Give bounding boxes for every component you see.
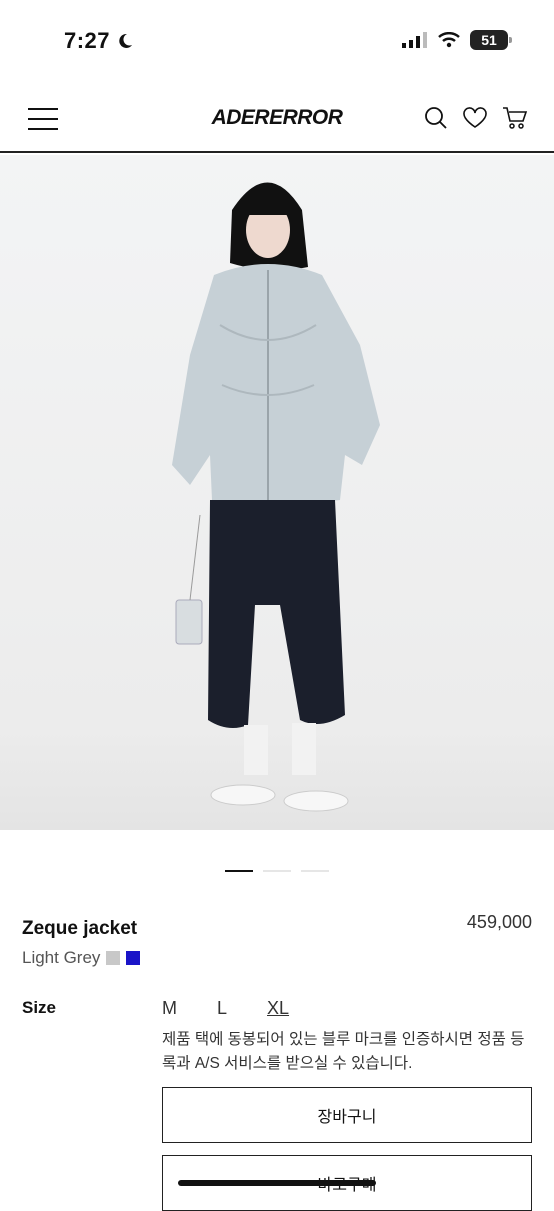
- status-icons: 51: [402, 30, 512, 50]
- signal-icon: [402, 32, 427, 48]
- home-indicator[interactable]: [178, 1180, 376, 1186]
- cart-icon[interactable]: [502, 106, 528, 130]
- status-bar: 7:27 51: [0, 0, 554, 80]
- product-name: Zeque jacket: [22, 918, 138, 939]
- color-swatch-light-grey[interactable]: [106, 951, 121, 965]
- clock: 7:27: [64, 28, 134, 54]
- carousel-dot[interactable]: [301, 870, 329, 872]
- time-text: 7:27: [64, 28, 111, 53]
- size-option-xl[interactable]: XL: [267, 998, 289, 1019]
- product-price: 459,000: [466, 912, 532, 932]
- battery-indicator: 51: [470, 30, 512, 50]
- carousel-indicators: [0, 870, 554, 872]
- carousel-dot[interactable]: [263, 870, 291, 872]
- color-swatch-blue[interactable]: [126, 951, 141, 965]
- cart-button-label: 장바구니: [317, 1109, 377, 1126]
- add-to-cart-button[interactable]: 장바구니: [162, 1087, 532, 1143]
- battery-level: 51: [481, 32, 497, 48]
- carousel-dot[interactable]: [225, 870, 253, 872]
- size-option-l[interactable]: L: [217, 998, 227, 1019]
- size-option-m[interactable]: M: [162, 998, 177, 1019]
- model-figure: [172, 182, 380, 812]
- wifi-icon: [438, 32, 460, 48]
- size-options: M L XL: [162, 998, 289, 1019]
- search-icon[interactable]: [424, 106, 448, 130]
- color-selector: Light Grey: [22, 948, 141, 968]
- size-label: Size: [22, 998, 57, 1017]
- product-image[interactable]: [0, 155, 554, 830]
- header-actions: [424, 106, 528, 130]
- color-name: Light Grey: [22, 948, 101, 967]
- authenticity-notice: 제품 택에 동봉되어 있는 블루 마크를 인증하시면 정품 등록과 A/S 서비…: [162, 1031, 525, 1072]
- heart-icon[interactable]: [462, 107, 488, 129]
- moon-icon: [119, 33, 133, 48]
- site-header: ADERERROR: [0, 86, 554, 153]
